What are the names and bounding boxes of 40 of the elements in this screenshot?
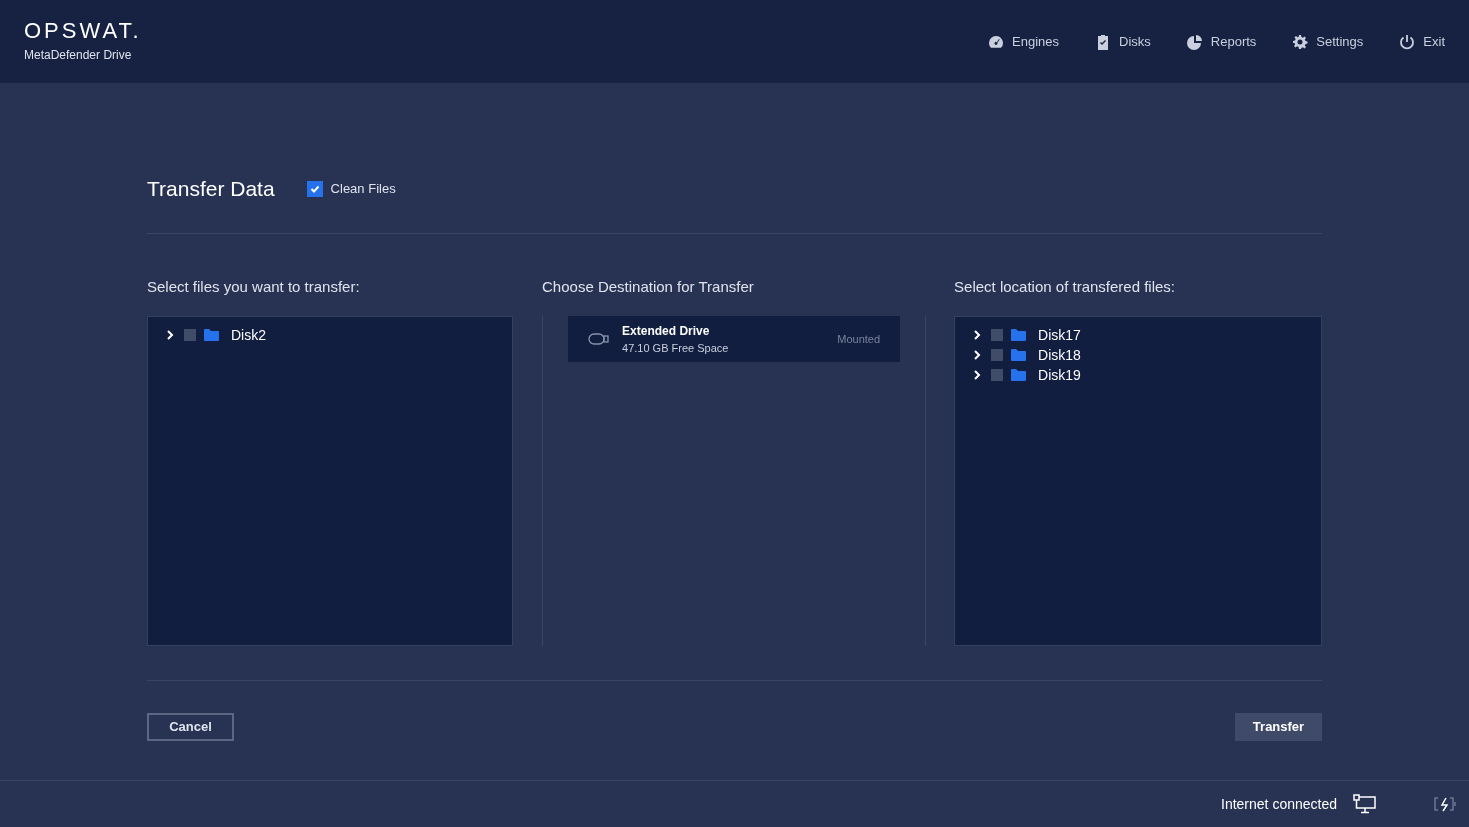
folder-icon <box>204 329 219 341</box>
settings-icon <box>1292 33 1309 50</box>
tree-item-label[interactable]: Disk18 <box>1038 344 1081 366</box>
drive-card[interactable]: Extended Drive 47.10 GB Free Space Mounted <box>568 316 901 362</box>
usb-drive-icon <box>588 332 611 346</box>
nav-link[interactable]: Disks <box>1095 31 1151 52</box>
checkbox-label: Clean Files <box>330 180 396 198</box>
caret-icon[interactable] <box>164 329 176 341</box>
pie-chart-icon <box>1186 33 1203 50</box>
logo: OPSWAT. <box>24 19 142 42</box>
checkbox[interactable] <box>991 329 1004 341</box>
gauge-icon <box>988 33 1005 50</box>
tree-item-label[interactable]: Disk2 <box>231 324 266 346</box>
drive-free-space: 47.10 GB Free Space <box>622 340 730 356</box>
nav-link[interactable]: Exit <box>1399 31 1445 52</box>
checkbox[interactable] <box>184 329 196 341</box>
drive-name: Extended Drive <box>622 322 711 340</box>
folder-icon <box>1011 329 1027 341</box>
section-heading: Choose Destination for Transfer <box>542 276 755 297</box>
cancel-button[interactable]: Cancel <box>147 713 234 741</box>
network-icon <box>1353 794 1377 814</box>
tree-item-label[interactable]: Disk17 <box>1038 324 1081 346</box>
page-title: Transfer Data <box>147 176 275 202</box>
nav-link[interactable]: Reports <box>1186 31 1257 52</box>
battery-charging-icon <box>1433 796 1457 812</box>
folder-icon <box>1011 349 1027 361</box>
product-name: MetaDefender Drive <box>24 46 133 64</box>
drive-status: Mounted <box>837 331 881 347</box>
checkbox[interactable] <box>306 180 323 197</box>
connection-status: Internet connected <box>1221 794 1337 814</box>
nav-link[interactable]: Settings <box>1292 31 1364 52</box>
section-heading: Select location of transfered files: <box>954 276 1177 297</box>
section-heading: Select files you want to transfer: <box>147 276 361 297</box>
power-icon <box>1399 33 1416 50</box>
transfer-button[interactable]: Transfer <box>1235 713 1322 741</box>
checkbox[interactable] <box>991 369 1004 381</box>
nav-link[interactable]: Engines <box>988 31 1060 52</box>
checkbox[interactable] <box>991 349 1004 361</box>
folder-icon <box>1011 369 1027 381</box>
tree-item-label[interactable]: Disk19 <box>1038 364 1081 386</box>
